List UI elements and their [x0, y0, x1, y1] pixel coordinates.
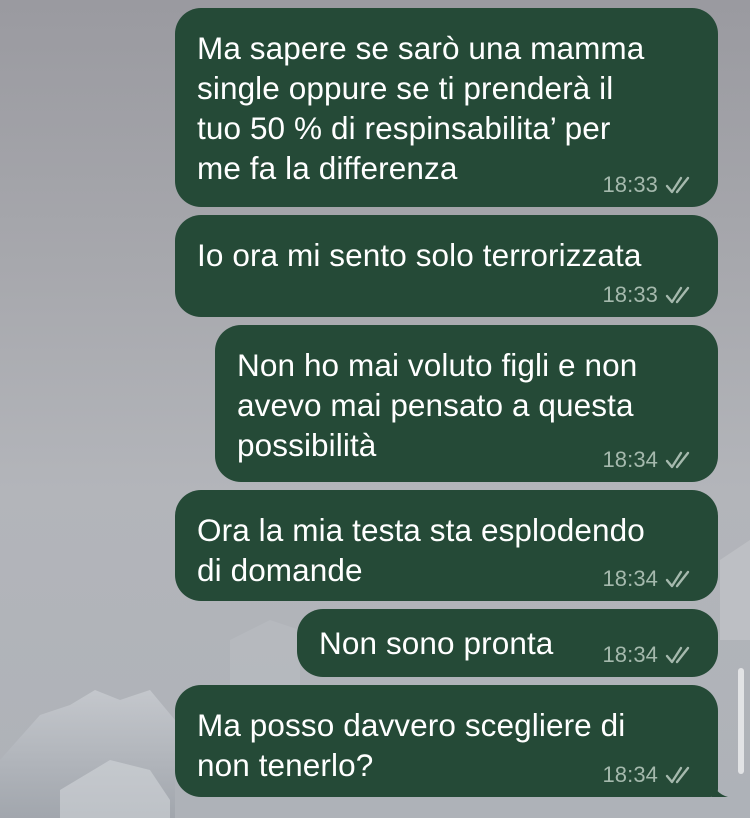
message-time: 18:33 — [602, 282, 658, 307]
double-check-icon — [665, 766, 690, 784]
double-check-icon — [665, 286, 690, 304]
message-meta: 18:33 — [602, 283, 694, 307]
message-list[interactable]: Ma sapere se sarò una mamma single oppur… — [0, 0, 750, 818]
message-meta: 18:33 — [602, 173, 694, 197]
message-meta: 18:34 — [602, 448, 694, 472]
message-time: 18:33 — [602, 172, 658, 197]
message-time: 18:34 — [602, 762, 658, 787]
message-text: Io ora mi sento solo terrorizzata — [197, 237, 642, 273]
message-text: Ma sapere se sarò una mamma single oppur… — [197, 30, 645, 186]
message-time: 18:34 — [602, 642, 658, 667]
outgoing-message-bubble[interactable]: Ma sapere se sarò una mamma single oppur… — [175, 8, 718, 207]
outgoing-message-bubble[interactable]: Non ho mai voluto figli e non avevo mai … — [215, 325, 718, 482]
message-meta: 18:34 — [602, 763, 694, 787]
scrollbar[interactable] — [738, 668, 744, 774]
message-time: 18:34 — [602, 447, 658, 472]
double-check-icon — [665, 176, 690, 194]
double-check-icon — [665, 451, 690, 469]
message-meta: 18:34 — [602, 567, 694, 591]
message-meta: 18:34 — [602, 643, 694, 667]
double-check-icon — [665, 570, 690, 588]
double-check-icon — [665, 646, 690, 664]
outgoing-message-bubble[interactable]: Ma posso davvero scegliere di non tenerl… — [175, 685, 728, 797]
outgoing-message-bubble[interactable]: Non sono pronta 18:34 — [297, 609, 718, 677]
outgoing-message-bubble[interactable]: Io ora mi sento solo terrorizzata 18:33 — [175, 215, 718, 317]
outgoing-message-bubble[interactable]: Ora la mia testa sta esplodendo di doman… — [175, 490, 718, 601]
bubble-tail — [712, 779, 728, 797]
message-time: 18:34 — [602, 566, 658, 591]
